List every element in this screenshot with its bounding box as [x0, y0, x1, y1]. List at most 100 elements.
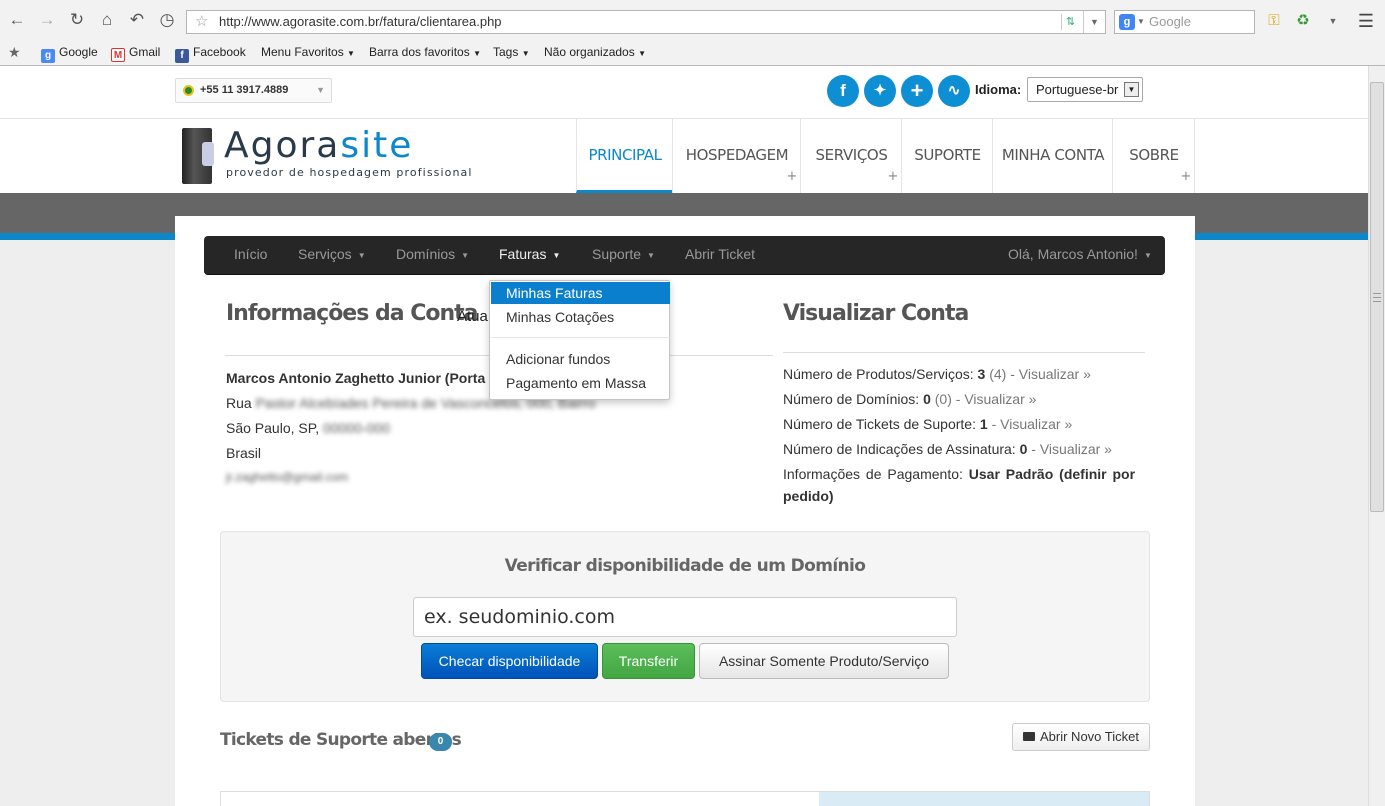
bookmark-tags[interactable]: Tags ▼	[493, 43, 530, 63]
domain-check-title: Verificar disponibilidade de um Domínio	[504, 556, 866, 576]
server-logo-icon[interactable]	[182, 128, 214, 184]
gmail-icon: M	[111, 48, 125, 62]
transfer-button[interactable]: Transferir	[602, 643, 695, 679]
menu-item-adicionar-fundos[interactable]: Adicionar fundos	[491, 348, 670, 370]
caret-down-icon: ▼	[1143, 251, 1152, 260]
view-products-link[interactable]: - Visualizar »	[1010, 366, 1091, 382]
nav-suporte[interactable]: SUPORTE	[901, 119, 993, 193]
products-summary: Número de Produtos/Serviços: 3 (4) - Vis…	[783, 366, 1091, 382]
site-tagline: provedor de hospedagem profissional	[226, 166, 473, 179]
user-refresh-icon[interactable]: ♻	[1293, 11, 1313, 31]
twitter-icon[interactable]: ✦	[864, 75, 896, 107]
domains-summary: Número de Domínios: 0 (0) - Visualizar »	[783, 391, 1037, 407]
brazil-flag-icon	[183, 85, 194, 96]
nav-hospedagem[interactable]: HOSPEDAGEM +	[672, 119, 801, 193]
bookmark-gmail[interactable]: M Gmail	[111, 43, 160, 62]
divider	[1194, 119, 1195, 193]
language-value: Portuguese-br	[1036, 82, 1119, 97]
bookmark-menu-favoritos[interactable]: Menu Favoritos ▼	[261, 43, 355, 63]
domain-input[interactable]: ex. seudominio.com	[413, 597, 957, 637]
phone-selector[interactable]: +55 11 3917.4889 ▼	[175, 78, 332, 103]
reload-icon[interactable]: ↻	[66, 9, 88, 31]
faturas-dropdown-menu: Minhas Faturas Minhas Cotações Adicionar…	[489, 280, 670, 400]
address-country: Brasil	[226, 445, 262, 461]
nav-minha-conta[interactable]: MINHA CONTA	[992, 119, 1113, 193]
rss-icon[interactable]: ∿	[938, 75, 970, 107]
bookmark-facebook[interactable]: f Facebook	[175, 43, 246, 63]
menu-item-minhas-cotacoes[interactable]: Minhas Cotações	[491, 306, 670, 328]
scrollbar-grip	[1373, 293, 1381, 302]
key-icon[interactable]: ⚿	[1264, 11, 1284, 31]
menu-icon[interactable]: ☰	[1356, 11, 1376, 31]
facebook-icon[interactable]: f	[827, 75, 859, 107]
chevron-down-icon: ▼	[1124, 82, 1139, 97]
caret-down-icon: ▼	[552, 251, 561, 260]
chevron-down-icon[interactable]: ▼	[1323, 11, 1343, 31]
comment-icon	[1023, 732, 1035, 741]
account-overview-title: Visualizar Conta	[783, 301, 969, 326]
caret-down-icon: ▼	[461, 251, 470, 260]
client-nav-suporte[interactable]: Suporte ▼	[592, 236, 655, 274]
home-icon[interactable]: ⌂	[96, 9, 118, 31]
menu-item-pagamento-massa[interactable]: Pagamento em Massa	[491, 372, 670, 394]
phone-number: +55 11 3917.4889	[200, 84, 289, 96]
new-ticket-button[interactable]: Abrir Novo Ticket	[1012, 723, 1150, 751]
menu-item-minhas-faturas[interactable]: Minhas Faturas	[491, 282, 670, 304]
view-domains-link[interactable]: - Visualizar »	[956, 391, 1037, 407]
address-city: São Paulo, SP, 00000-000	[226, 420, 390, 436]
share-plus-icon[interactable]: +	[901, 75, 933, 107]
bookmark-nao-organizados[interactable]: Não organizados ▼	[544, 43, 646, 63]
bookmark-google[interactable]: g Google	[41, 43, 98, 63]
payment-info-cont: pedido)	[783, 488, 834, 504]
google-icon: g	[1119, 14, 1135, 30]
table-header-highlight	[819, 792, 1149, 806]
chevron-down-icon: ▼	[316, 85, 325, 95]
plus-icon: +	[1180, 169, 1192, 184]
update-account-link[interactable]: Atua	[457, 308, 488, 325]
nav-sobre[interactable]: SOBRE +	[1112, 119, 1195, 193]
product-only-button[interactable]: Assinar Somente Produto/Serviço	[699, 643, 949, 679]
forward-icon[interactable]: →	[36, 9, 58, 31]
tickets-summary: Número de Tickets de Suporte: 1 - Visual…	[783, 416, 1073, 432]
nav-servicos[interactable]: SERVIÇOS +	[800, 119, 902, 193]
chevron-down-icon: ▼	[1137, 17, 1145, 26]
client-nav-dominios[interactable]: Domínios ▼	[396, 236, 469, 274]
caret-down-icon: ▼	[357, 251, 366, 260]
bookmark-star-icon[interactable]: ☆	[195, 11, 208, 33]
plus-icon: +	[786, 169, 798, 184]
client-nav-inicio[interactable]: Início	[234, 236, 267, 273]
chevron-down-icon[interactable]: ▼	[1083, 11, 1105, 33]
google-icon: g	[41, 49, 55, 63]
view-tickets-link[interactable]: - Visualizar »	[992, 416, 1073, 432]
undo-icon[interactable]: ↶	[126, 9, 148, 31]
client-nav-faturas[interactable]: Faturas ▼	[499, 236, 560, 274]
bookmark-barra-favoritos[interactable]: Barra dos favoritos ▼	[369, 43, 481, 63]
referrals-summary: Número de Indicações de Assinatura: 0 - …	[783, 441, 1112, 457]
language-label: Idioma:	[975, 82, 1022, 97]
search-placeholder: Google	[1149, 14, 1191, 29]
history-clock-icon[interactable]: ◷	[156, 9, 178, 31]
nav-principal[interactable]: PRINCIPAL	[576, 119, 673, 193]
reader-icon[interactable]: ⇅	[1061, 14, 1079, 30]
account-name: Marcos Antonio Zaghetto Junior (Porta	[226, 370, 486, 386]
site-logo[interactable]: Agorasite	[224, 125, 413, 166]
language-select[interactable]: Portuguese-br ▼	[1027, 77, 1143, 102]
search-input[interactable]: g ▼ Google	[1114, 10, 1255, 34]
menu-divider	[491, 337, 670, 338]
url-text: http://www.agorasite.com.br/fatura/clien…	[219, 14, 502, 29]
bookmarks-bar: ★ g Google M Gmail f Facebook Menu Favorito…	[0, 40, 1385, 64]
account-info-title: Informações da Conta	[226, 301, 479, 326]
account-email: jr.zaghetto@gmail.com	[226, 470, 349, 484]
caret-down-icon: ▼	[647, 251, 655, 260]
user-menu[interactable]: Olá, Marcos Antonio! ▼	[1008, 236, 1152, 274]
divider	[783, 352, 1145, 353]
open-tickets-title: Tickets de Suporte abertos	[220, 730, 462, 750]
back-icon[interactable]: ←	[6, 9, 28, 31]
star-icon[interactable]: ★	[8, 43, 21, 61]
client-nav-servicos[interactable]: Serviços ▼	[298, 236, 366, 274]
client-nav-abrir-ticket[interactable]: Abrir Ticket	[685, 236, 755, 273]
check-availability-button[interactable]: Checar disponibilidade	[421, 643, 598, 679]
view-referrals-link[interactable]: - Visualizar »	[1031, 441, 1112, 457]
tickets-count-badge: 0	[429, 733, 452, 751]
address-bar[interactable]: ☆ http://www.agorasite.com.br/fatura/cli…	[186, 10, 1106, 34]
